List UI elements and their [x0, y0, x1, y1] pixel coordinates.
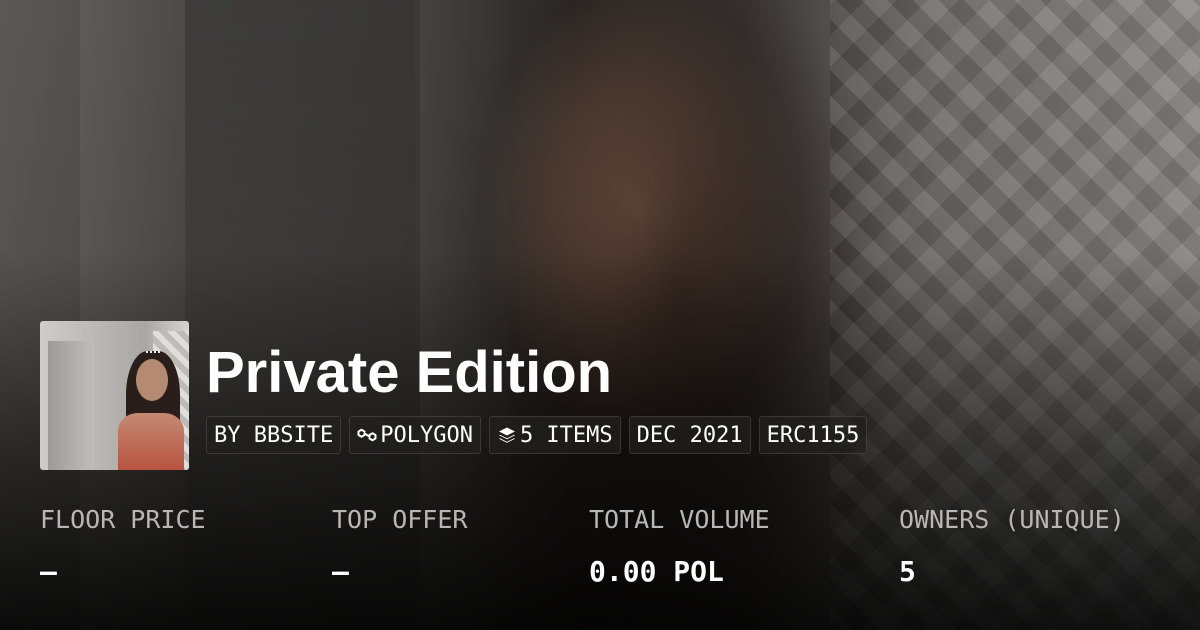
stat-owners: OWNERS (UNIQUE) 5 — [899, 500, 1125, 592]
stat-total-volume: TOTAL VOLUME 0.00 POL — [589, 500, 770, 592]
thumbnail-face — [136, 359, 168, 401]
token-standard-tag: ERC1155 — [758, 416, 868, 454]
thumbnail-tiara — [146, 351, 160, 359]
chain-tag: POLYGON — [349, 416, 481, 454]
creator-tag: BY BBSITE — [206, 416, 342, 454]
chain-tag-label: POLYGON — [380, 422, 473, 448]
collection-share-card: Private Edition BY BBSITE POLYGON 5 ITEM… — [0, 0, 1200, 630]
created-date-tag-label: DEC 2021 — [636, 422, 743, 448]
collection-title: Private Edition — [206, 340, 613, 405]
stat-value: 5 — [899, 555, 916, 588]
stat-label: TOTAL VOLUME — [589, 505, 770, 534]
stat-value: – — [40, 555, 57, 588]
layers-icon — [497, 425, 517, 445]
items-count-tag: 5 ITEMS — [488, 416, 621, 454]
created-date-tag: DEC 2021 — [628, 416, 751, 454]
stat-label: FLOOR PRICE — [40, 505, 206, 534]
collection-thumbnail — [40, 321, 189, 470]
thumbnail-curtain — [48, 341, 94, 470]
thumbnail-body — [118, 413, 184, 470]
stat-value: 0.00 POL — [589, 555, 724, 588]
items-count-tag-label: 5 ITEMS — [519, 422, 613, 448]
stat-value: – — [332, 555, 349, 588]
creator-tag-label: BY BBSITE — [214, 422, 334, 448]
polygon-chain-icon — [357, 425, 377, 445]
stat-label: TOP OFFER — [332, 505, 468, 534]
stat-top-offer: TOP OFFER – — [332, 500, 467, 592]
collection-tags: BY BBSITE POLYGON 5 ITEMS DEC 2021 ERC11… — [206, 416, 868, 454]
token-standard-tag-label: ERC1155 — [766, 422, 860, 448]
stat-floor-price: FLOOR PRICE – — [40, 500, 206, 592]
stat-label: OWNERS (UNIQUE) — [899, 505, 1125, 534]
collection-stats: FLOOR PRICE – TOP OFFER – TOTAL VOLUME 0… — [0, 500, 1200, 620]
